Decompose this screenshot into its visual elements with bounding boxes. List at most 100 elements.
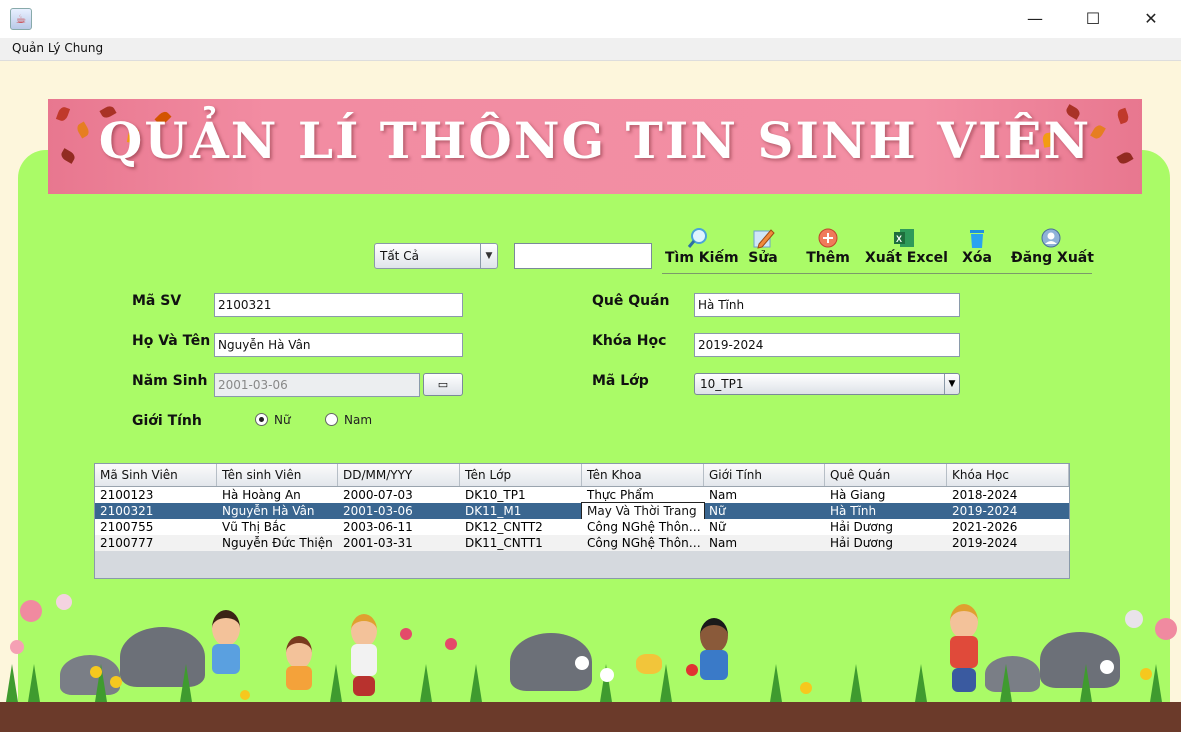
table-cell-ten-khoa[interactable]: Công NGhệ Thông... [582, 519, 704, 535]
delete-button[interactable]: Xóa [958, 226, 996, 272]
logout-button[interactable]: Đăng Xuất [1011, 226, 1094, 272]
table-cell-que-quan[interactable]: Hà Giang [825, 487, 947, 503]
flower [10, 640, 24, 654]
column-header-ngay-sinh[interactable]: DD/MM/YYY [338, 464, 460, 486]
ma-sv-field[interactable]: 2100321 [214, 293, 463, 317]
flower [575, 656, 589, 670]
table-cell-gioi-tinh[interactable]: Nam [704, 487, 825, 503]
column-header-que-quan[interactable]: Quê Quán [825, 464, 947, 486]
column-header-khoa-hoc[interactable]: Khóa Học [947, 464, 1069, 486]
table-cell-khoa-hoc[interactable]: 2019-2024 [947, 535, 1069, 551]
table-cell-ten-sinh-vien[interactable]: Hà Hoàng An [217, 487, 338, 503]
table-cell-ten-sinh-vien[interactable]: Vũ Thị Bắc [217, 519, 338, 535]
column-header-ten-sinh-vien[interactable]: Tên sinh Viên [217, 464, 338, 486]
table-cell-que-quan[interactable]: Hà Tĩnh [825, 503, 947, 519]
table-cell-ten-sinh-vien[interactable]: Nguyễn Đức Thiện [217, 535, 338, 551]
grass [660, 664, 672, 702]
flower [600, 668, 614, 682]
gioi-tinh-nam-radio[interactable] [325, 413, 338, 426]
nam-sinh-label: Năm Sinh [132, 373, 208, 389]
table-cell-gioi-tinh[interactable]: Nữ [704, 519, 825, 535]
table-cell-ngay-sinh[interactable]: 2003-06-11 [338, 519, 460, 535]
column-header-ma-sinh-vien[interactable]: Mã Sinh Viên [95, 464, 217, 486]
que-quan-label: Quê Quán [592, 293, 670, 309]
grass [1000, 664, 1012, 702]
que-quan-field[interactable]: Hà Tĩnh [694, 293, 960, 317]
table-cell-ma-sinh-vien[interactable]: 2100321 [95, 503, 217, 519]
table-cell-que-quan[interactable]: Hải Dương [825, 519, 947, 535]
flower [1140, 668, 1152, 680]
table-cell-ten-lop[interactable]: DK12_CNTT2 [460, 519, 582, 535]
calendar-button[interactable]: ▭ [423, 373, 463, 396]
grass [6, 664, 18, 702]
page-title: QUẢN LÍ THÔNG TIN SINH VIÊN [98, 111, 1092, 170]
ho-ten-field[interactable]: Nguyễn Hà Vân [214, 333, 463, 357]
magnifier-icon [665, 226, 731, 250]
grass [420, 664, 432, 702]
gioi-tinh-nam-label: Nam [344, 413, 373, 427]
trash-icon [958, 226, 996, 250]
ma-sv-label: Mã SV [132, 293, 182, 309]
filter-dropdown[interactable]: Tất Cả ▼ [374, 243, 498, 269]
ma-lop-selected-value: 10_TP1 [700, 377, 744, 391]
table-cell-ten-khoa[interactable]: Công NGhệ Thông... [582, 535, 704, 551]
maximize-button[interactable]: ☐ [1064, 0, 1122, 38]
table-cell-khoa-hoc[interactable]: 2019-2024 [947, 503, 1069, 519]
ma-lop-dropdown[interactable]: 10_TP1 ▼ [694, 373, 960, 395]
edit-button[interactable]: Sửa [742, 226, 784, 272]
table-cell-ma-sinh-vien[interactable]: 2100777 [95, 535, 217, 551]
table-cell-ten-sinh-vien[interactable]: Nguyễn Hà Vân [217, 503, 338, 519]
close-button[interactable]: ✕ [1122, 0, 1180, 38]
filter-selected-value: Tất Cả [380, 249, 419, 263]
add-button[interactable]: Thêm [805, 226, 851, 272]
table-cell-ngay-sinh[interactable]: 2001-03-06 [338, 503, 460, 519]
search-input[interactable] [514, 243, 652, 269]
table-cell-khoa-hoc[interactable]: 2018-2024 [947, 487, 1069, 503]
svg-text:X: X [896, 234, 902, 244]
grass [28, 664, 40, 702]
edit-button-label: Sửa [748, 250, 778, 266]
table-cell-ma-sinh-vien[interactable]: 2100123 [95, 487, 217, 503]
user-logout-icon [1011, 226, 1091, 250]
gioi-tinh-nu-radio[interactable] [255, 413, 268, 426]
export-excel-button[interactable]: X Xuất Excel [865, 226, 948, 272]
column-header-gioi-tinh[interactable]: Giới Tính [704, 464, 825, 486]
kid-illustration [202, 610, 252, 702]
export-excel-button-label: Xuất Excel [865, 250, 948, 266]
table-cell-que-quan[interactable]: Hải Dương [825, 535, 947, 551]
table-cell-ma-sinh-vien[interactable]: 2100755 [95, 519, 217, 535]
add-circle-icon [805, 226, 851, 250]
table-cell-ngay-sinh[interactable]: 2001-03-31 [338, 535, 460, 551]
nam-sinh-field[interactable]: 2001-03-06 [214, 373, 420, 397]
table-cell-ten-lop[interactable]: DK10_TP1 [460, 487, 582, 503]
menu-quan-ly-chung[interactable]: Quản Lý Chung [12, 41, 103, 55]
table-row[interactable]: 2100123 Hà Hoàng An 2000-07-03 DK10_TP1 Thực… [95, 487, 1069, 503]
khoa-hoc-field[interactable]: 2019-2024 [694, 333, 960, 357]
table-row[interactable]: 2100755 Vũ Thị Bắc 2003-06-11 DK12_CNTT2 Côn… [95, 519, 1069, 535]
student-table[interactable]: Mã Sinh Viên Tên sinh Viên DD/MM/YYY Tên… [94, 463, 1070, 579]
table-row[interactable]: 2100777 Nguyễn Đức Thiện 2001-03-31 DK11_CN… [95, 535, 1069, 551]
edit-pencil-icon [742, 226, 784, 250]
table-cell-ten-lop[interactable]: DK11_M1 [460, 503, 582, 519]
flower [1125, 610, 1143, 628]
table-cell-ten-khoa[interactable]: May Và Thời Trang [581, 502, 705, 520]
table-cell-ngay-sinh[interactable]: 2000-07-03 [338, 487, 460, 503]
table-cell-ten-khoa[interactable]: Thực Phẩm [582, 487, 704, 503]
grass [915, 664, 927, 702]
grass [770, 664, 782, 702]
table-header: Mã Sinh Viên Tên sinh Viên DD/MM/YYY Tên… [95, 464, 1069, 487]
column-header-ten-khoa[interactable]: Tên Khoa [582, 464, 704, 486]
search-button[interactable]: Tìm Kiếm [665, 226, 739, 272]
minimize-button[interactable]: — [1006, 0, 1064, 38]
column-header-ten-lop[interactable]: Tên Lớp [460, 464, 582, 486]
table-cell-gioi-tinh[interactable]: Nam [704, 535, 825, 551]
grass [850, 664, 862, 702]
search-button-label: Tìm Kiếm [665, 250, 739, 266]
excel-icon: X [865, 226, 943, 250]
table-cell-khoa-hoc[interactable]: 2021-2026 [947, 519, 1069, 535]
table-row[interactable]: 2100321 Nguyễn Hà Vân 2001-03-06 DK11_M1 May… [95, 502, 1069, 520]
grass [330, 664, 342, 702]
gioi-tinh-nu-label: Nữ [274, 413, 291, 427]
table-cell-gioi-tinh[interactable]: Nữ [704, 503, 825, 519]
table-cell-ten-lop[interactable]: DK11_CNTT1 [460, 535, 582, 551]
